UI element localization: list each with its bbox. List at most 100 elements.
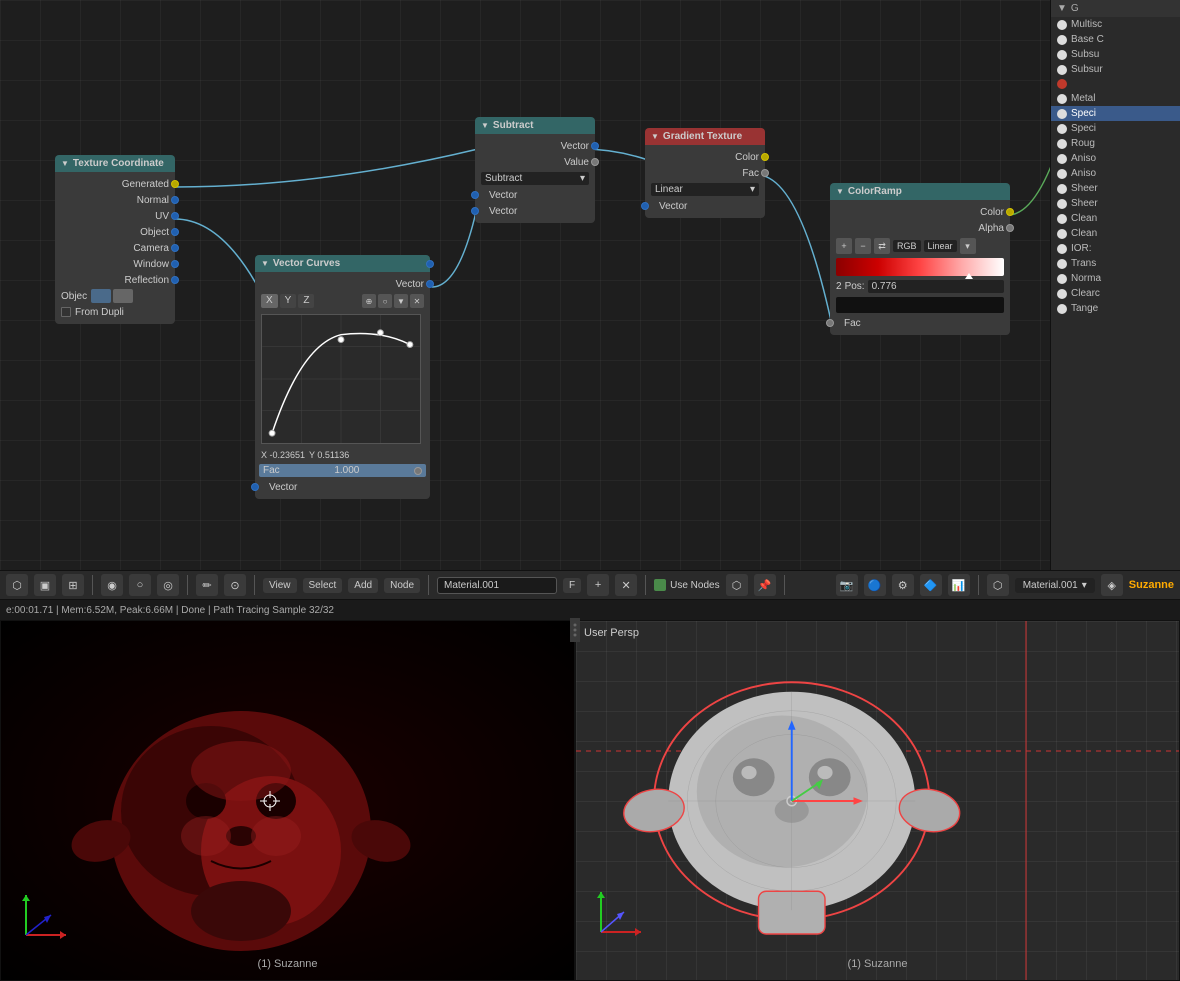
material-icon[interactable]: ◉ (101, 574, 123, 596)
socket-camera[interactable] (171, 244, 179, 252)
panel-item-roug[interactable]: Roug (1051, 136, 1180, 151)
node-btn[interactable]: Node (384, 578, 420, 593)
add-material-btn[interactable]: + (587, 574, 609, 596)
curve-zoom-icon[interactable]: ⊕ (362, 294, 376, 308)
object-icon[interactable] (91, 289, 111, 303)
panel-item-aniso1[interactable]: Aniso (1051, 151, 1180, 166)
view-btn[interactable]: View (263, 578, 297, 593)
panel-item-norma[interactable]: Norma (1051, 271, 1180, 286)
lamp-icon[interactable]: ◎ (157, 574, 179, 596)
socket-vc-output[interactable] (426, 260, 434, 268)
add-stop-btn[interactable]: + (836, 238, 852, 254)
curve-reset-icon[interactable]: ○ (378, 294, 392, 308)
socket-window[interactable] (171, 260, 179, 268)
interp-btn[interactable]: ▾ (960, 238, 976, 254)
socket-object[interactable] (171, 228, 179, 236)
tab-z[interactable]: Z (298, 294, 314, 308)
use-nodes-row[interactable]: Use Nodes (654, 579, 719, 591)
render-icon-2[interactable]: 🔵 (864, 574, 886, 596)
socket-fac-gt-out[interactable] (761, 169, 769, 177)
fac-row[interactable]: Fac 1.000 (259, 464, 426, 477)
tab-x[interactable]: X (261, 294, 278, 308)
socket-alpha-cr-out[interactable] (1006, 224, 1014, 232)
pos-value-field[interactable]: 0.776 (868, 280, 1004, 293)
curve-close-icon[interactable]: ✕ (410, 294, 424, 308)
socket-vector-sub-out[interactable] (591, 142, 599, 150)
panel-item-clean1[interactable]: Clean (1051, 211, 1180, 226)
world-icon[interactable]: ○ (129, 574, 151, 596)
subtract-node[interactable]: ▼ Subtract Vector Value Subtract ▾ Vecto… (475, 117, 595, 223)
gradient-dropdown[interactable]: Linear ▾ (651, 183, 759, 196)
subtract-dropdown[interactable]: Subtract ▾ (481, 172, 589, 185)
panel-item-speci1[interactable]: Speci (1051, 106, 1180, 121)
socket-uv[interactable] (171, 212, 179, 220)
texture-coordinate-node[interactable]: ▼ Texture Coordinate Generated Normal UV… (55, 155, 175, 324)
render-icon-4[interactable]: 🔷 (920, 574, 942, 596)
colorramp-bar[interactable] (836, 258, 1004, 276)
panel-item-aniso2[interactable]: Aniso (1051, 166, 1180, 181)
from-dupli-checkbox[interactable] (61, 307, 71, 317)
panel-item-trans[interactable]: Trans (1051, 256, 1180, 271)
compositor-icon[interactable]: ▣ (34, 574, 56, 596)
delete-material-btn[interactable]: ✕ (615, 574, 637, 596)
panel-item-basec[interactable]: Base C (1051, 32, 1180, 47)
node-tree-icon[interactable]: ⬡ (726, 574, 748, 596)
socket-vector1-in[interactable] (471, 191, 479, 199)
collapse-triangle-gt[interactable]: ▼ (651, 132, 659, 141)
material-name-input[interactable] (437, 577, 557, 594)
add-btn[interactable]: Add (348, 578, 378, 593)
f-btn[interactable]: F (563, 578, 581, 593)
collapse-triangle-cr[interactable]: ▼ (836, 187, 844, 196)
render-icon-5[interactable]: 📊 (948, 574, 970, 596)
tab-y[interactable]: Y (280, 294, 297, 308)
panel-item-ior[interactable]: IOR: (1051, 241, 1180, 256)
flip-btn[interactable]: ⇄ (874, 238, 890, 254)
render-icon-3[interactable]: ⚙ (892, 574, 914, 596)
remove-stop-btn[interactable]: − (855, 238, 871, 254)
socket-vector-out[interactable] (426, 280, 434, 288)
socket-fac-in[interactable] (414, 467, 422, 475)
rgb-mode[interactable]: RGB (893, 240, 921, 252)
panel-item-sheer2[interactable]: Sheer (1051, 196, 1180, 211)
vector-curves-node[interactable]: ▼ Vector Curves Vector X Y Z ⊕ ○ ▼ ✕ (255, 255, 430, 499)
panel-item-multisc[interactable]: Multisc (1051, 17, 1180, 32)
material-selector[interactable]: Material.001 ▾ (1015, 578, 1095, 593)
socket-value-sub-out[interactable] (591, 158, 599, 166)
curve-display[interactable] (261, 314, 421, 444)
panel-item-subsur[interactable]: Subsur (1051, 62, 1180, 77)
panel-item-subsu[interactable]: Subsu (1051, 47, 1180, 62)
pin-icon[interactable]: 📌 (754, 574, 776, 596)
bottom-right-viewport[interactable]: User Persp (575, 620, 1180, 981)
panel-item-tange[interactable]: Tange (1051, 301, 1180, 316)
panel-item-red[interactable] (1051, 77, 1180, 91)
socket-fac-cr-in[interactable] (826, 319, 834, 327)
texture-icon[interactable]: ⊞ (62, 574, 84, 596)
socket-vector2-in[interactable] (471, 207, 479, 215)
view3d-icon[interactable]: ⬡ (987, 574, 1009, 596)
colorramp-node[interactable]: ▼ ColorRamp Color Alpha + − ⇄ RGB Linear… (830, 183, 1010, 335)
socket-color-gt-out[interactable] (761, 153, 769, 161)
panel-item-sheer1[interactable]: Sheer (1051, 181, 1180, 196)
panel-item-metal[interactable]: Metal (1051, 91, 1180, 106)
render-icon-1[interactable]: 📷 (836, 574, 858, 596)
node-editor[interactable]: ▼ Texture Coordinate Generated Normal UV… (0, 0, 1130, 570)
socket-vector-in[interactable] (251, 483, 259, 491)
socket-reflection[interactable] (171, 276, 179, 284)
panel-item-speci2[interactable]: Speci (1051, 121, 1180, 136)
shader-icon[interactable]: ◈ (1101, 574, 1123, 596)
collapse-triangle[interactable]: ▼ (61, 159, 69, 168)
socket-vector-gt-in[interactable] (641, 202, 649, 210)
ramp-marker[interactable] (965, 273, 973, 279)
panel-resize-handle[interactable] (570, 618, 580, 642)
panel-item-clearc[interactable]: Clearc (1051, 286, 1180, 301)
object-select[interactable] (113, 289, 133, 303)
select-btn[interactable]: Select (303, 578, 343, 593)
bottom-left-viewport[interactable]: (1) Suzanne (0, 620, 575, 981)
node-editor-icon[interactable]: ⬡ (6, 574, 28, 596)
linear-mode[interactable]: Linear (924, 240, 957, 252)
socket-color-cr-out[interactable] (1006, 208, 1014, 216)
socket-normal[interactable] (171, 196, 179, 204)
socket-generated[interactable] (171, 180, 179, 188)
collapse-triangle-vc[interactable]: ▼ (261, 259, 269, 268)
pen-icon[interactable]: ✏ (196, 574, 218, 596)
